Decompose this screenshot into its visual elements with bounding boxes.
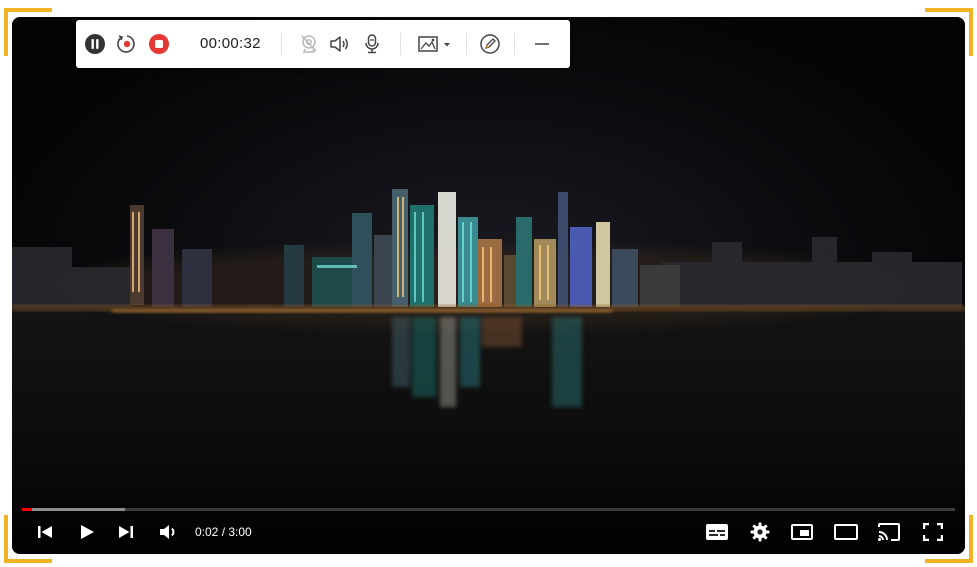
- recorder-toolbar: 00:00:32: [76, 20, 570, 68]
- recording-timer: 00:00:32: [200, 35, 261, 52]
- volume-button[interactable]: [152, 515, 186, 549]
- microphone-button[interactable]: [361, 20, 383, 68]
- video-player[interactable]: 0:02 / 3:00: [12, 17, 965, 554]
- settings-gear-icon: [750, 522, 770, 542]
- pause-circle-icon: [85, 34, 105, 54]
- stop-recording-button[interactable]: [148, 20, 170, 68]
- volume-icon: [160, 525, 175, 539]
- toolbar-separator: [281, 33, 282, 55]
- speaker-icon: [330, 36, 348, 52]
- cast-icon: [878, 523, 900, 541]
- pen-icon: [480, 34, 500, 54]
- miniplayer-button[interactable]: [785, 515, 819, 549]
- restart-recording-button[interactable]: [116, 20, 138, 68]
- system-audio-button[interactable]: [329, 20, 351, 68]
- time-display: 0:02 / 3:00: [195, 525, 252, 539]
- toolbar-separator: [466, 33, 467, 55]
- subtitles-button[interactable]: [700, 515, 734, 549]
- play-button[interactable]: [70, 515, 104, 549]
- theater-mode-icon: [834, 524, 858, 540]
- progress-buffered: [22, 508, 125, 511]
- player-controls: 0:02 / 3:00: [12, 515, 965, 549]
- restart-record-icon: [117, 35, 135, 53]
- annotate-button[interactable]: [479, 20, 501, 68]
- screen-recording-area: 0:02 / 3:00 00:00:32: [0, 0, 977, 567]
- toolbar-separator: [400, 33, 401, 55]
- webcam-off-icon: [301, 35, 317, 53]
- stop-circle-icon: [149, 34, 169, 54]
- fullscreen-button[interactable]: [916, 515, 950, 549]
- next-icon: [119, 526, 133, 538]
- screenshot-icon: [418, 36, 450, 52]
- theater-mode-button[interactable]: [829, 515, 863, 549]
- previous-button[interactable]: [28, 515, 62, 549]
- fullscreen-icon: [923, 523, 943, 541]
- pause-recording-button[interactable]: [84, 20, 106, 68]
- progress-bar[interactable]: [22, 508, 955, 511]
- minimize-toolbar-button[interactable]: [531, 20, 553, 68]
- previous-icon: [38, 526, 52, 538]
- subtitles-icon: [706, 524, 728, 540]
- toolbar-separator: [514, 33, 515, 55]
- minimize-icon: [535, 43, 549, 45]
- webcam-toggle-button[interactable]: [298, 20, 320, 68]
- progress-played: [22, 508, 33, 511]
- play-icon: [81, 525, 94, 539]
- next-button[interactable]: [109, 515, 143, 549]
- settings-button[interactable]: [743, 515, 777, 549]
- microphone-icon: [365, 34, 379, 54]
- screenshot-dropdown-button[interactable]: [416, 20, 456, 68]
- cast-button[interactable]: [872, 515, 906, 549]
- miniplayer-icon: [791, 524, 813, 540]
